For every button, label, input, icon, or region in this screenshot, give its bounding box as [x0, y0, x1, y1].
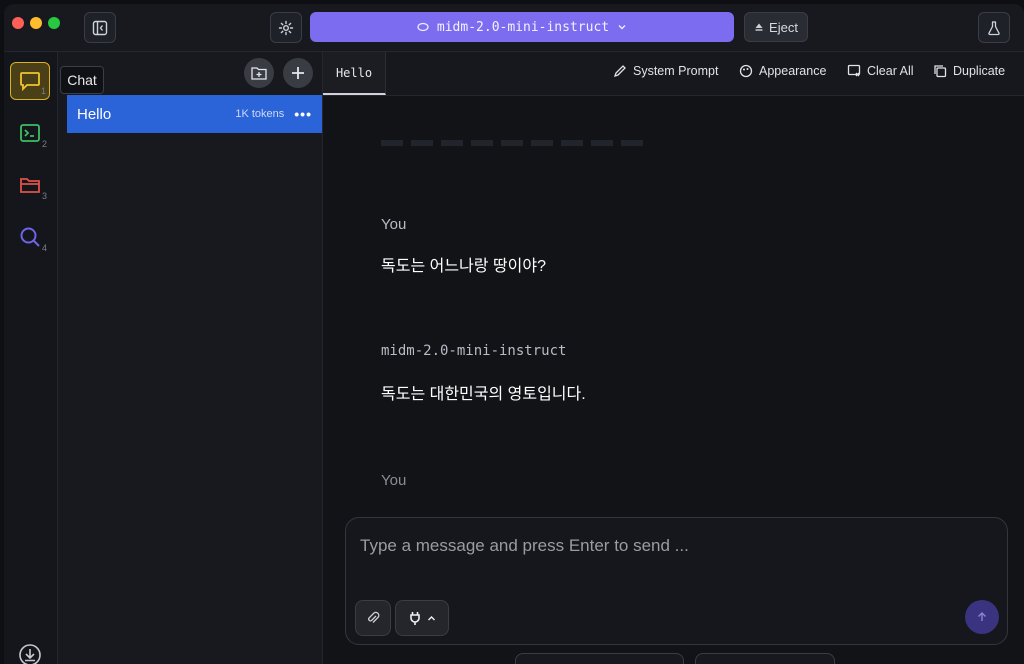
close-window-button[interactable]: [12, 17, 24, 29]
model-selector-button[interactable]: midm-2.0-mini-instruct: [310, 12, 734, 42]
system-prompt-button[interactable]: System Prompt: [613, 64, 718, 78]
message-text-user: 독도는 어느나랑 땅이야?: [381, 258, 546, 275]
tab-bar: Hello System Prompt Appearance Clear All…: [323, 52, 1024, 96]
flask-icon: [988, 20, 1000, 35]
mode-rail: 1 2 3 4: [4, 52, 58, 664]
appearance-button[interactable]: Appearance: [739, 64, 826, 78]
minimize-window-button[interactable]: [30, 17, 42, 29]
rail-chat-button[interactable]: 1: [10, 62, 50, 100]
gear-icon: [278, 20, 294, 35]
arrow-up-icon: [978, 612, 986, 621]
rail-models-number: 3: [41, 191, 47, 201]
search-icon: [20, 227, 40, 247]
plus-icon: [292, 67, 304, 79]
sidebar-toggle-icon: [92, 20, 108, 35]
terminal-icon: [20, 124, 40, 142]
rail-discover-button[interactable]: 4: [10, 218, 50, 256]
rail-chat-number: 1: [40, 86, 46, 96]
duplicate-button[interactable]: Duplicate: [933, 64, 1005, 78]
appearance-label: Appearance: [759, 64, 827, 78]
chat-list-item[interactable]: Hello 1K tokens •••: [67, 95, 322, 133]
app-window: midm-2.0-mini-instruct Eject 1 2 3 4 Cha…: [4, 4, 1024, 664]
title-bar: midm-2.0-mini-instruct Eject: [4, 4, 1024, 52]
chat-main: Hello System Prompt Appearance Clear All…: [323, 52, 1024, 664]
integrations-button[interactable]: [395, 600, 449, 636]
eject-icon: [755, 23, 763, 31]
more-options-icon[interactable]: •••: [294, 106, 312, 122]
rail-developer-number: 2: [41, 139, 47, 149]
plug-icon: [409, 612, 420, 625]
attach-button[interactable]: [355, 600, 391, 636]
message-role-user: You: [381, 216, 407, 233]
clear-all-label: Clear All: [867, 64, 914, 78]
eject-label: Eject: [769, 19, 798, 35]
new-folder-button[interactable]: [244, 58, 274, 88]
clear-all-button[interactable]: Clear All: [847, 64, 914, 78]
rail-developer-button[interactable]: 2: [10, 114, 50, 152]
chat-tooltip: Chat: [60, 66, 104, 94]
chat-item-token-count: 1K tokens: [235, 108, 285, 120]
folder-icon: [20, 178, 40, 193]
new-chat-button[interactable]: [283, 58, 313, 88]
chat-bubble-icon: [20, 72, 40, 91]
model-icon: [417, 22, 429, 32]
message-role-user-pending: You: [381, 472, 407, 489]
duplicate-label: Duplicate: [953, 64, 1006, 78]
chat-item-name: Hello: [77, 105, 112, 123]
chats-panel: s Hello 1K tokens •••: [58, 52, 323, 664]
rail-models-button[interactable]: 3: [10, 166, 50, 204]
settings-button[interactable]: [270, 12, 302, 43]
lab-button[interactable]: [978, 12, 1010, 43]
zoom-window-button[interactable]: [48, 17, 60, 29]
composer[interactable]: Type a message and press Enter to send .…: [345, 517, 1008, 645]
message-input[interactable]: Type a message and press Enter to send .…: [360, 536, 689, 556]
pen-icon: [613, 65, 626, 78]
paperclip-icon: [368, 611, 380, 623]
status-pill-right[interactable]: [695, 653, 835, 664]
chevron-up-icon: [427, 615, 435, 620]
chevron-down-icon: [618, 25, 626, 30]
scrolled-message-remnant: [381, 140, 651, 146]
clear-chat-icon: [847, 64, 861, 77]
eject-button[interactable]: Eject: [744, 12, 808, 42]
copy-icon: [934, 65, 947, 78]
message-role-assistant: midm-2.0-mini-instruct: [381, 343, 567, 359]
send-button[interactable]: [965, 600, 999, 634]
model-name: midm-2.0-mini-instruct: [436, 19, 610, 35]
rail-discover-number: 4: [41, 243, 47, 253]
message-text-assistant: 독도는 대한민국의 영토입니다.: [381, 386, 586, 403]
download-icon: [19, 644, 41, 664]
system-prompt-label: System Prompt: [633, 64, 719, 78]
toggle-sidebar-button[interactable]: [84, 12, 116, 43]
folder-plus-icon: [251, 67, 267, 80]
palette-icon: [739, 64, 753, 78]
status-pill-left[interactable]: [515, 653, 684, 664]
tab-hello[interactable]: Hello: [323, 52, 386, 95]
